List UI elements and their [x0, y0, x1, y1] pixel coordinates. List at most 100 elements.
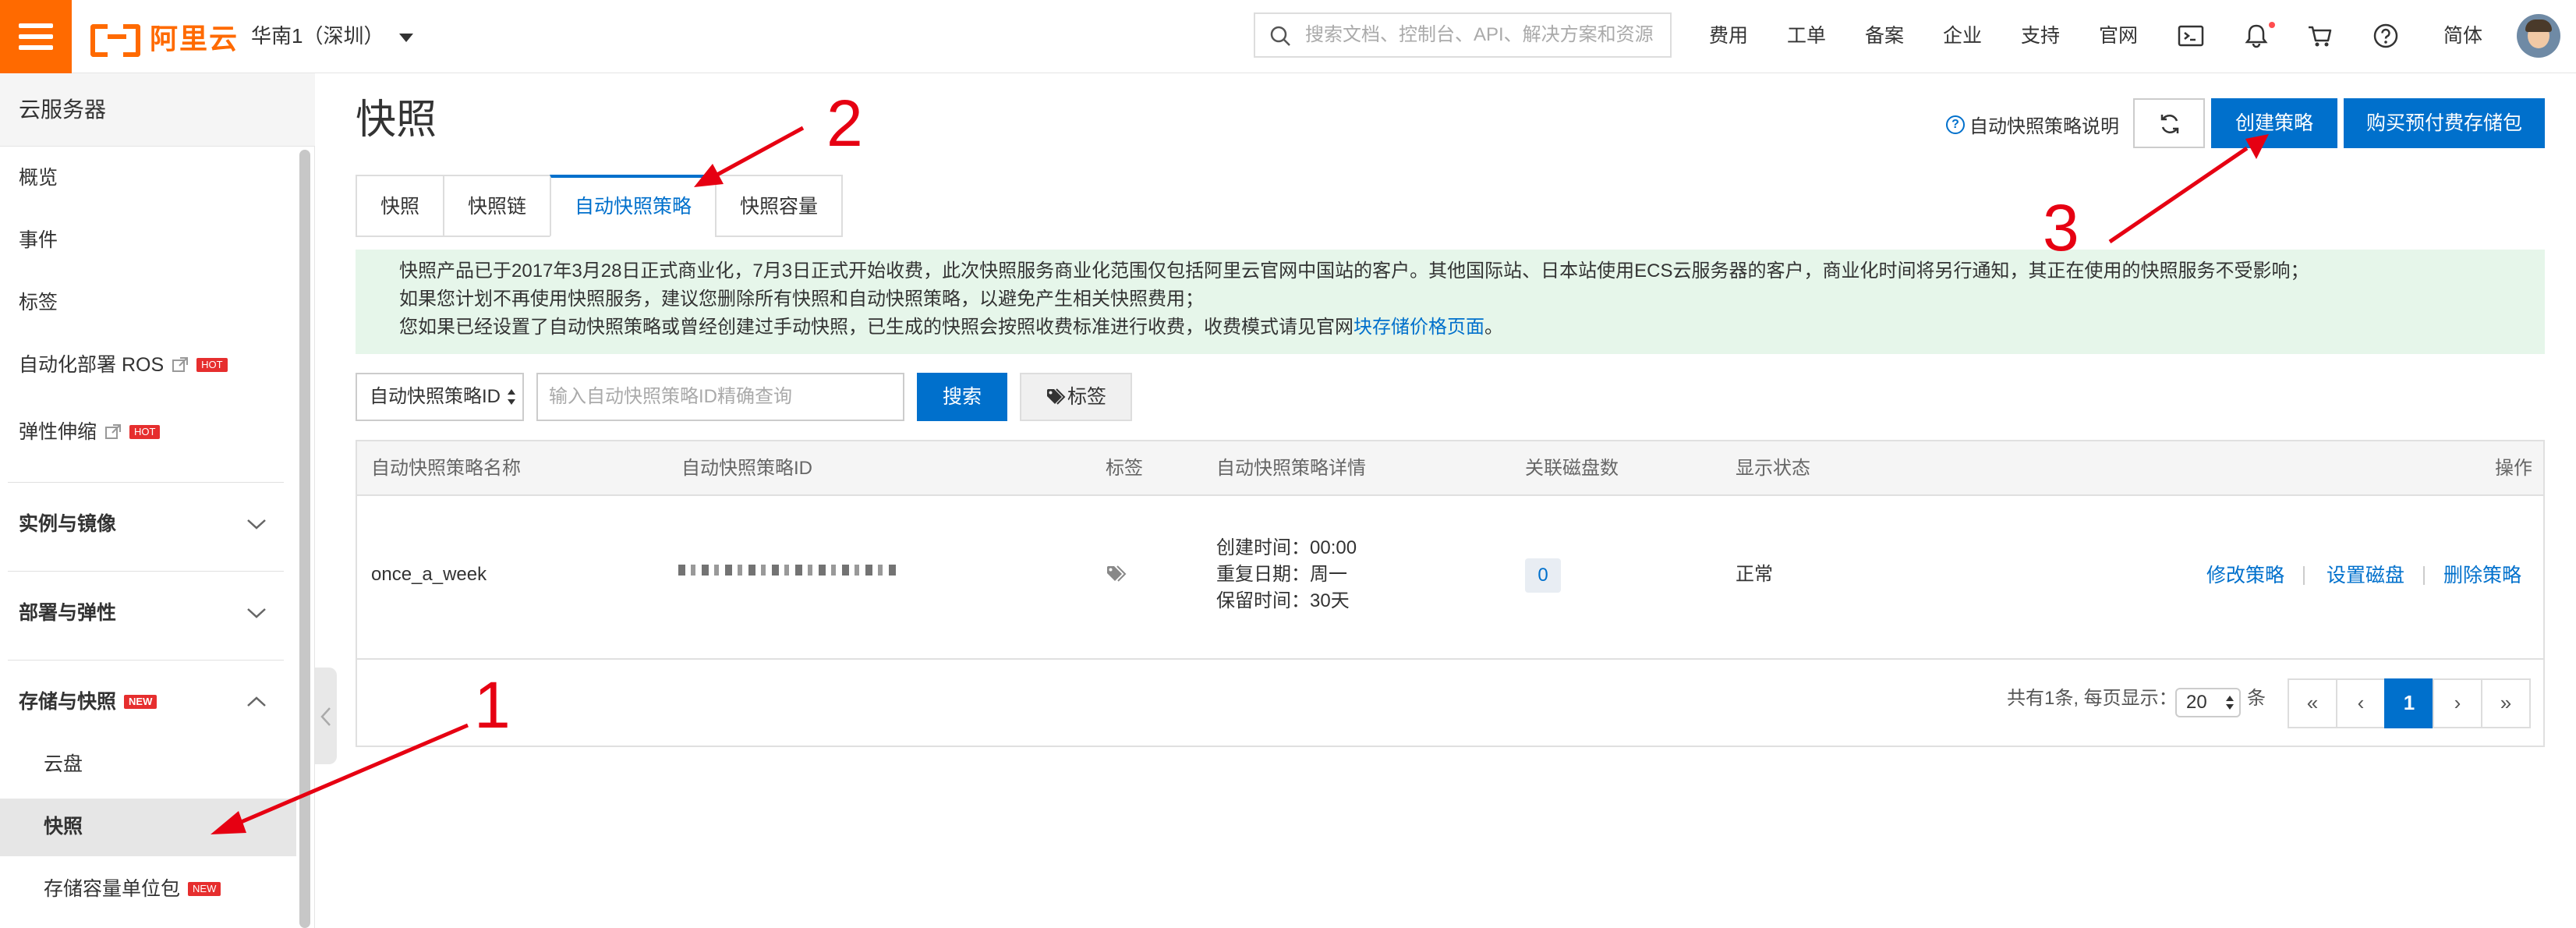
- global-search[interactable]: [1254, 12, 1672, 58]
- question-circle-icon: ?: [1946, 115, 1965, 134]
- last-page-button[interactable]: »: [2481, 678, 2531, 728]
- notice-line-1: 快照产品已于2017年3月28日正式商业化，7月3日正式开始收费，此次快照服务商…: [399, 260, 2309, 282]
- hot-badge: HOT: [129, 425, 161, 439]
- sidebar-item-label: 标签: [19, 292, 58, 313]
- chevron-down-icon[interactable]: [245, 516, 268, 532]
- region-label: 华南1（深圳）: [251, 24, 384, 48]
- sidebar-item-overview[interactable]: 概览: [19, 164, 58, 192]
- notice-line-2: 如果您计划不再使用快照服务，建议您删除所有快照和自动快照策略，以避免产生相关快照…: [399, 289, 1204, 310]
- sidebar-item-events[interactable]: 事件: [19, 226, 58, 254]
- sidebar-item-label: 云盘: [44, 753, 83, 775]
- next-page-button[interactable]: ›: [2433, 678, 2482, 728]
- sidebar-scrollbar[interactable]: [299, 150, 310, 928]
- tag-filter-button[interactable]: 标签: [1020, 373, 1132, 421]
- sidebar-item-label: 快照: [44, 816, 83, 838]
- nav-icp[interactable]: 备案: [1865, 23, 1904, 48]
- user-avatar[interactable]: [2517, 14, 2560, 58]
- language-switch[interactable]: 简体: [2443, 23, 2482, 48]
- search-input[interactable]: [1304, 20, 1662, 50]
- sidebar-item-ros[interactable]: 自动化部署 ROS HOT: [19, 351, 228, 379]
- disk-count-badge[interactable]: 0: [1525, 558, 1561, 593]
- billing-notice: 快照产品已于2017年3月28日正式商业化，7月3日正式开始收费，此次快照服务商…: [356, 250, 2545, 354]
- new-badge: NEW: [124, 695, 157, 709]
- tab-snapshot-chain[interactable]: 快照链: [443, 175, 550, 237]
- buy-storage-package-button[interactable]: 购买预付费存储包: [2344, 98, 2545, 148]
- modify-policy-link[interactable]: 修改策略: [2206, 563, 2284, 588]
- first-page-button[interactable]: «: [2288, 678, 2337, 728]
- policy-id-redacted: [678, 565, 897, 576]
- chevron-down-icon[interactable]: [245, 605, 268, 621]
- nav-enterprise[interactable]: 企业: [1943, 23, 1982, 48]
- logo-text: 阿里云: [150, 23, 239, 55]
- sidebar-group-deployment[interactable]: 部署与弹性: [19, 599, 116, 627]
- annotation-label-2: 2: [826, 87, 863, 160]
- col-actions: 操作: [2495, 458, 2532, 479]
- select-arrows-icon: [508, 389, 515, 405]
- sidebar-item-tags[interactable]: 标签: [19, 289, 58, 317]
- sidebar-group-instances[interactable]: 实例与镜像: [19, 510, 116, 538]
- block-storage-pricing-link[interactable]: 块存储价格页面: [1353, 317, 1484, 338]
- region-selector[interactable]: 华南1（深圳）: [251, 20, 414, 51]
- tab-snapshot-capacity[interactable]: 快照容量: [715, 175, 844, 237]
- sidebar-item-label: 事件: [19, 229, 58, 251]
- annotation-label-3: 3: [2043, 191, 2079, 264]
- nav-support[interactable]: 支持: [2021, 23, 2060, 48]
- notice-line-3-end: 。: [1484, 317, 1503, 338]
- sidebar-group-label: 实例与镜像: [19, 513, 117, 535]
- create-policy-button[interactable]: 创建策略: [2211, 98, 2337, 148]
- snapshot-tabs: 快照 快照链 自动快照策略 快照容量: [356, 175, 844, 237]
- tab-auto-snapshot-policy[interactable]: 自动快照策略: [550, 175, 716, 237]
- filter-field-value: 自动快照策略ID: [370, 386, 501, 407]
- pagination-unit: 条: [2247, 688, 2266, 709]
- select-arrows-icon: [2226, 696, 2234, 710]
- hot-badge: HOT: [196, 358, 228, 372]
- sidebar-item-cloud-disk[interactable]: 云盘: [44, 750, 83, 778]
- nav-fees[interactable]: 费用: [1709, 23, 1748, 48]
- sidebar-item-storage-capacity-unit[interactable]: 存储容量单位包 NEW: [44, 875, 221, 903]
- sidebar-divider: [8, 660, 284, 661]
- tag-filter-label: 标签: [1067, 386, 1106, 408]
- terminal-icon[interactable]: [2177, 22, 2205, 50]
- auto-snapshot-policy-table: 自动快照策略名称 自动快照策略ID 标签 自动快照策略详情 关联磁盘数 显示状态…: [356, 440, 2545, 747]
- page-1-button[interactable]: 1: [2384, 678, 2434, 728]
- search-icon: [1270, 26, 1290, 46]
- nav-tickets[interactable]: 工单: [1787, 23, 1826, 48]
- sidebar-item-autoscaling[interactable]: 弹性伸缩 HOT: [19, 418, 161, 446]
- col-policy-id: 自动快照策略ID: [681, 458, 812, 479]
- sidebar-divider: [8, 571, 284, 572]
- page-size-select[interactable]: 20: [2175, 688, 2241, 717]
- search-button[interactable]: 搜索: [917, 373, 1007, 421]
- sidebar-group-storage[interactable]: 存储与快照 NEW: [19, 688, 157, 716]
- new-badge: NEW: [188, 882, 221, 896]
- sidebar-item-label: 弹性伸缩: [19, 421, 97, 443]
- tab-snapshot[interactable]: 快照: [356, 175, 444, 237]
- action-separator: [2303, 566, 2305, 585]
- tag-icon: [1046, 388, 1066, 405]
- nav-official-site[interactable]: 官网: [2099, 23, 2138, 48]
- col-status: 显示状态: [1736, 458, 1810, 479]
- sidebar-divider: [8, 482, 284, 483]
- refresh-button[interactable]: [2133, 98, 2205, 148]
- sidebar-item-label: 概览: [19, 167, 58, 189]
- aliyun-logo[interactable]: 阿里云: [90, 19, 239, 57]
- chevron-up-icon[interactable]: [245, 694, 268, 710]
- policy-id-search-input[interactable]: [536, 373, 904, 421]
- external-link-icon: [172, 357, 189, 372]
- help-icon[interactable]: [2372, 22, 2400, 50]
- set-disks-link[interactable]: 设置磁盘: [2327, 563, 2404, 588]
- hamburger-menu-button[interactable]: [0, 0, 72, 73]
- sidebar-group-label: 部署与弹性: [19, 602, 117, 624]
- page-size-value: 20: [2186, 692, 2207, 713]
- prev-page-button[interactable]: ‹: [2336, 678, 2386, 728]
- cart-icon[interactable]: [2306, 22, 2334, 50]
- col-policy-name: 自动快照策略名称: [371, 458, 521, 479]
- aliyun-logo-icon: [90, 21, 142, 57]
- sidebar-collapse-handle[interactable]: [315, 668, 337, 764]
- tag-icon[interactable]: [1106, 565, 1129, 585]
- policy-help-link[interactable]: ? 自动快照策略说明: [1946, 111, 2119, 138]
- notification-badge: [2269, 22, 2275, 28]
- delete-policy-link[interactable]: 删除策略: [2443, 563, 2521, 588]
- filter-field-select[interactable]: 自动快照策略ID: [356, 373, 524, 421]
- sidebar-item-snapshot[interactable]: 快照: [44, 813, 83, 841]
- bell-icon[interactable]: [2242, 22, 2270, 50]
